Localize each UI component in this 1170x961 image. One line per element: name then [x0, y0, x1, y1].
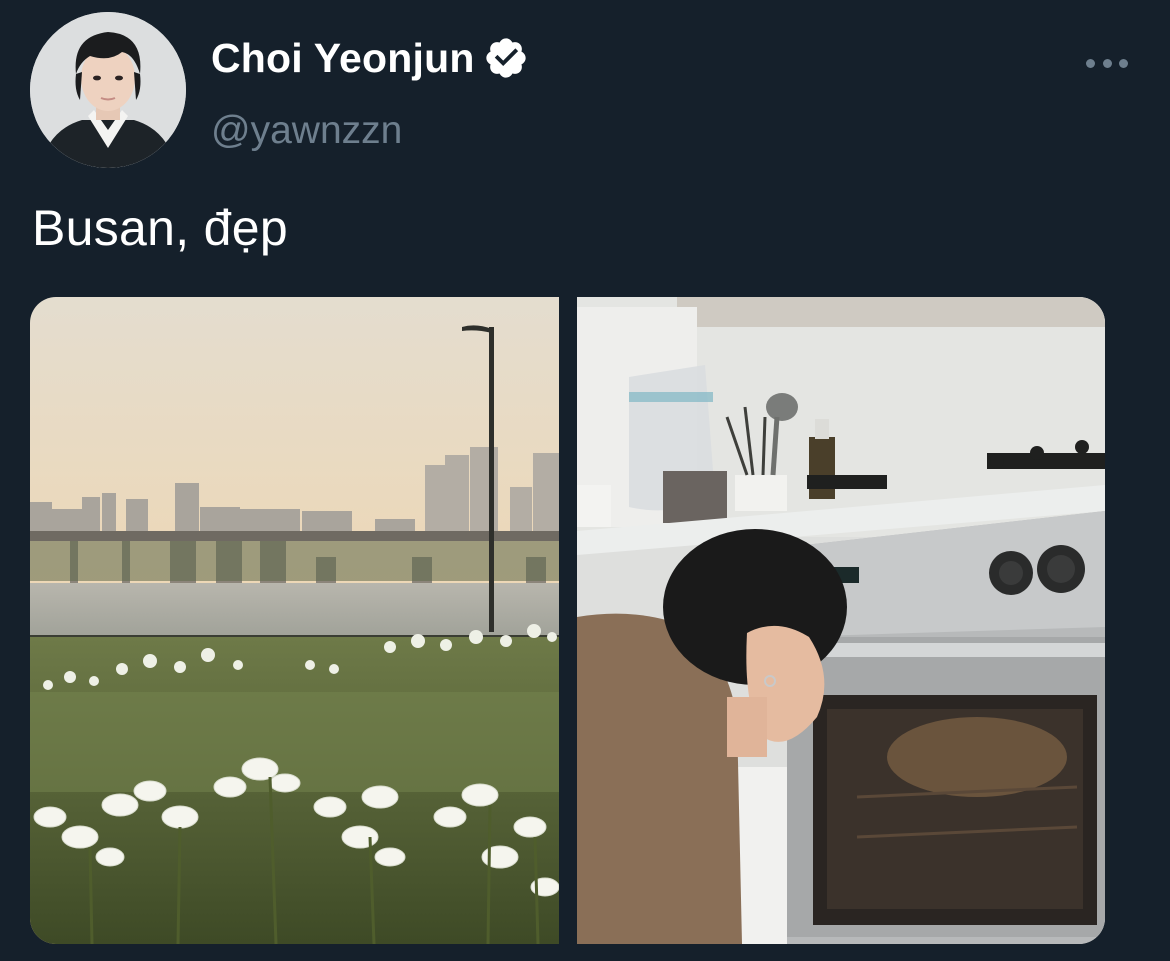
- author-display-name[interactable]: Choi Yeonjun: [211, 34, 475, 82]
- kitchen-oven-image: [577, 297, 1105, 944]
- more-dot: [1119, 58, 1128, 68]
- author-name-row[interactable]: Choi Yeonjun: [211, 34, 529, 82]
- tweet-media-grid: [30, 297, 1105, 944]
- photo-river-lilies[interactable]: [30, 297, 559, 944]
- avatar[interactable]: [30, 12, 186, 168]
- more-dots-icon[interactable]: [1086, 55, 1128, 71]
- author-handle[interactable]: @yawnzzn: [211, 108, 402, 154]
- river-lilies-image: [30, 297, 559, 944]
- photo-kitchen-oven[interactable]: [577, 297, 1105, 944]
- more-dot: [1102, 58, 1112, 68]
- avatar-photo: [30, 12, 186, 168]
- more-dot: [1086, 58, 1095, 68]
- tweet-text: Busan, đẹp: [32, 200, 288, 256]
- verified-badge-icon: [485, 38, 526, 78]
